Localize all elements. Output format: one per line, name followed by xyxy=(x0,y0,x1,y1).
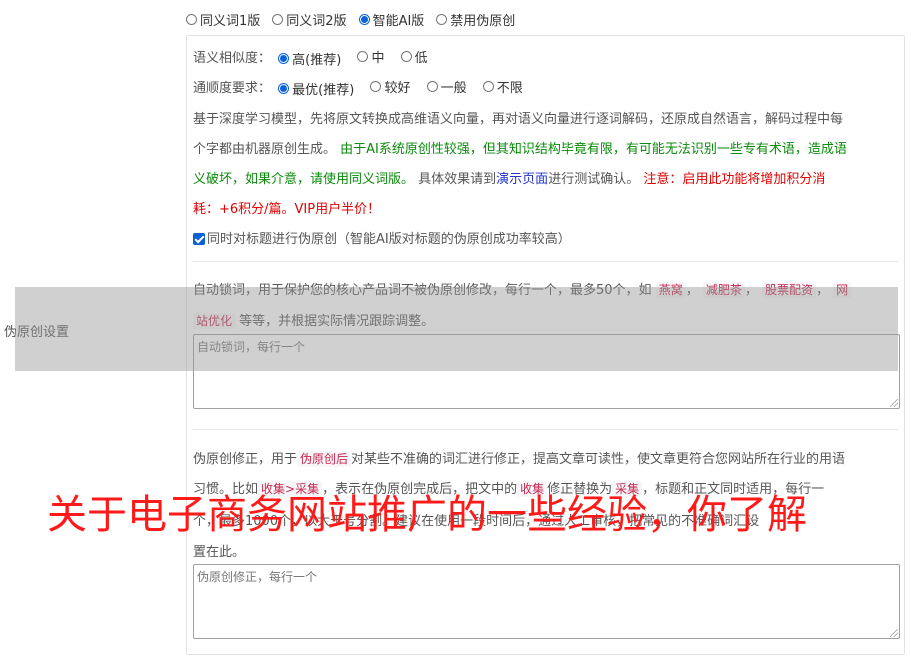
fluency-normal[interactable]: 一般 xyxy=(426,77,467,96)
mode-option-synonym2[interactable]: 同义词2版 xyxy=(272,10,347,29)
mode-option-synonym1[interactable]: 同义词1版 xyxy=(186,10,260,29)
mode-option-ai[interactable]: 智能AI版 xyxy=(358,10,424,29)
description-line-3: 义破坏，如果介意，请使用同义词版。 具体效果请到演示页面进行测试确认。 注意：启… xyxy=(193,172,826,187)
similarity-medium[interactable]: 中 xyxy=(357,47,384,66)
similarity-low[interactable]: 低 xyxy=(400,47,428,66)
mode-radio-group: 同义词1版 同义词2版 智能AI版 禁用伪原创 xyxy=(186,9,527,29)
fluency-good[interactable]: 较好 xyxy=(370,77,410,96)
fluency-best[interactable]: 最优(推荐) xyxy=(278,79,354,98)
demo-page-link[interactable]: 演示页面 xyxy=(496,172,548,187)
fluency-row: 通顺度要求： 最优(推荐) 较好 一般 不限 xyxy=(193,77,535,98)
cost-notice-line: 耗：+6积分/篇。VIP用户半价！ xyxy=(193,202,381,217)
radio-circle[interactable] xyxy=(482,81,494,92)
radio-circle-selected[interactable] xyxy=(358,13,370,25)
section-divider xyxy=(193,429,899,430)
radio-circle[interactable] xyxy=(272,13,284,25)
description-line-2: 个字都由机器原创生成。 由于AI系统原创性较强，但其知识结构毕竟有限，有可能无法… xyxy=(193,142,847,157)
radio-circle[interactable] xyxy=(186,13,197,25)
title-rewrite-row: 同时对标题进行伪原创（智能AI版对标题的伪原创成功率较高） xyxy=(193,228,571,247)
fluency-any[interactable]: 不限 xyxy=(482,77,523,96)
radio-circle[interactable] xyxy=(357,51,369,62)
gray-overlay-band xyxy=(15,287,898,371)
example-word: 伪原创后 xyxy=(297,451,352,467)
radio-circle[interactable] xyxy=(370,81,382,92)
correction-description-4: 置在此。 xyxy=(193,545,246,560)
correction-textarea[interactable]: 伪原创修正，每行一个 xyxy=(193,564,900,639)
resize-handle-icon[interactable] xyxy=(890,629,898,637)
radio-circle-selected[interactable] xyxy=(278,83,290,94)
ai-warning-text: 由于AI系统原创性较强，但其知识结构毕竟有限，有可能无法识别一些专有术语，造成语 xyxy=(340,142,847,157)
cost-notice-text: 注意：启用此功能将增加积分消 xyxy=(643,172,826,187)
mode-option-disable[interactable]: 禁用伪原创 xyxy=(436,10,515,29)
radio-circle[interactable] xyxy=(426,81,438,92)
radio-circle-selected[interactable] xyxy=(278,53,290,64)
similarity-high[interactable]: 高(推荐) xyxy=(278,49,341,68)
title-rewrite-checkbox[interactable] xyxy=(193,233,205,245)
watermark-caption: 关于电子商务网站推广的一些经验，你了解 xyxy=(47,492,807,538)
section-divider xyxy=(193,261,899,262)
textarea-placeholder: 伪原创修正，每行一个 xyxy=(197,570,318,584)
similarity-row: 语义相似度： 高(推荐) 中 低 xyxy=(193,47,440,68)
radio-circle[interactable] xyxy=(400,51,412,62)
resize-handle-icon[interactable] xyxy=(890,399,898,407)
description-line-1: 基于深度学习模型，先将原文转换成高维语义向量，再对语义向量进行逐词解码，还原成自… xyxy=(193,112,844,127)
correction-description-1: 伪原创修正，用于 伪原创后 对某些不准确的词汇进行修正，提高文章可读性，使文章更符合… xyxy=(193,451,846,467)
radio-circle[interactable] xyxy=(436,13,448,25)
